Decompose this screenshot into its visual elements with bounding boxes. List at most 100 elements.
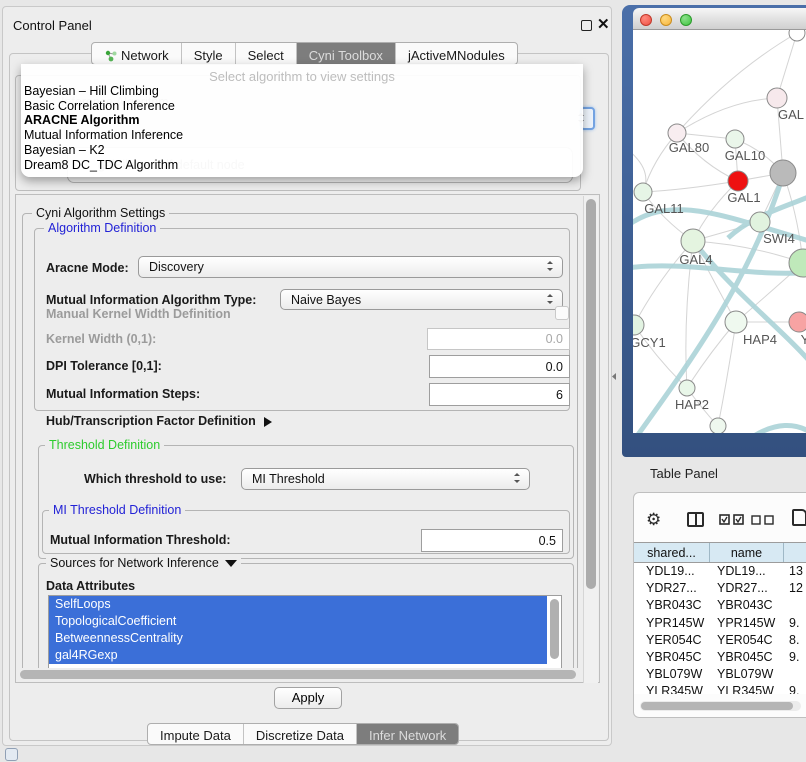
attribute-item[interactable]: gal4RGexp [49, 647, 547, 664]
node-label: Y [801, 332, 806, 347]
network-node-y[interactable] [789, 312, 806, 332]
node-label: SWI4 [763, 231, 795, 246]
mi-steps-field[interactable]: 6 [429, 383, 570, 406]
network-node-gal[interactable] [767, 88, 787, 108]
table-cell: 9. [789, 683, 799, 694]
table-cell: YER054C [717, 632, 773, 649]
splitter-handle-icon[interactable] [612, 373, 616, 380]
aracne-mode-combo[interactable]: Discovery [138, 256, 563, 278]
select-all-checkboxes-icon[interactable] [719, 514, 745, 526]
close-traffic-light[interactable] [640, 14, 652, 26]
table-cell: YLR345W [646, 683, 703, 694]
hub-definition-expander[interactable]: Hub/Transcription Factor Definition [46, 414, 277, 428]
tab-network[interactable]: Network [92, 43, 182, 64]
table-cell: YDR27... [646, 580, 697, 597]
attribute-item[interactable]: SelfLoops [49, 596, 547, 613]
column-header[interactable]: A [784, 543, 806, 562]
settings-vertical-scrollbar[interactable] [583, 196, 598, 683]
table-cell: YLR345W [717, 683, 774, 694]
algorithm-definition-title: Algorithm Definition [44, 221, 160, 235]
network-view-window: GALGAL80GAL10GAL1GAL11SWI4GAL4GCY1HAP4YH… [622, 5, 806, 457]
control-panel-tabbar: NetworkStyleSelectCyni ToolboxjActiveMNo… [91, 42, 518, 65]
table-row[interactable]: YBL079WYBL079W [634, 666, 806, 683]
list-scrollbar[interactable] [550, 599, 559, 659]
table-cell: 8. [789, 632, 799, 649]
table-row[interactable]: YDR27...YDR27...12 [634, 580, 806, 597]
mi-threshold-field[interactable]: 0.5 [421, 529, 563, 552]
network-canvas[interactable]: GALGAL80GAL10GAL1GAL11SWI4GAL4GCY1HAP4YH… [633, 30, 806, 433]
mi-threshold-title: MI Threshold Definition [49, 503, 185, 517]
table-cell: YPR145W [646, 615, 704, 632]
expander-collapsed-icon [264, 417, 277, 427]
network-node[interactable] [789, 30, 805, 41]
settings-scroll-area: Cyni Algorithm Settings Algorithm Defini… [15, 194, 600, 683]
table-row[interactable]: YLR345W YLR345W 9. [634, 683, 806, 694]
network-node-gal11[interactable] [634, 183, 652, 201]
close-icon[interactable]: ✕ [597, 15, 610, 33]
algorithm-option[interactable]: ARACNE Algorithm [21, 113, 583, 128]
sources-title[interactable]: Sources for Network Inference [46, 556, 241, 573]
algorithm-option[interactable]: Mutual Information Inference [21, 128, 583, 143]
which-threshold-label: Which threshold to use: [84, 472, 226, 486]
tab-cyni-toolbox[interactable]: Cyni Toolbox [297, 43, 396, 64]
table-row[interactable]: YDL19...YDL19...13 [634, 563, 806, 580]
table-cell: YBL079W [646, 666, 702, 683]
attribute-item[interactable]: TopologicalCoefficient [49, 613, 547, 630]
tab-impute-data[interactable]: Impute Data [148, 724, 244, 744]
table-cell: 9. [789, 649, 799, 666]
new-table-icon[interactable] [792, 509, 806, 526]
mi-type-value: Naive Bayes [291, 293, 361, 307]
apply-button[interactable]: Apply [274, 687, 342, 709]
algorithm-option[interactable]: Bayesian – Hill Climbing [21, 84, 583, 99]
columns-icon[interactable] [687, 512, 704, 527]
table-row[interactable]: YER054CYER054C8. [634, 632, 806, 649]
table-cell: YBR045C [717, 649, 773, 666]
network-node-gal10[interactable] [726, 130, 744, 148]
tab-select[interactable]: Select [236, 43, 297, 64]
dpi-tolerance-field[interactable]: 0.0 [429, 355, 570, 378]
tab-style[interactable]: Style [182, 43, 236, 64]
kernel-width-field[interactable]: 0.0 [427, 328, 570, 350]
tab-infer-network[interactable]: Infer Network [357, 724, 458, 744]
network-node-gal1[interactable] [728, 171, 748, 191]
dpi-tolerance-label: DPI Tolerance [0,1]: [46, 359, 162, 373]
minimize-traffic-light[interactable] [660, 14, 672, 26]
network-node-hap2[interactable] [679, 380, 695, 396]
tab-jactivemnodules[interactable]: jActiveMNodules [396, 43, 517, 64]
table-horizontal-scrollbar[interactable] [640, 701, 801, 711]
column-header[interactable]: name [710, 543, 784, 562]
gear-icon[interactable]: ⚙ [646, 510, 661, 530]
kernel-width-label: Kernel Width (0,1): [46, 332, 156, 346]
network-graph: GALGAL80GAL10GAL1GAL11SWI4GAL4GCY1HAP4YH… [633, 30, 806, 433]
zoom-traffic-light[interactable] [680, 14, 692, 26]
table-row[interactable]: YBR043CYBR043C [634, 597, 806, 614]
threshold-definition-title: Threshold Definition [45, 438, 164, 452]
column-header[interactable]: shared... [634, 543, 710, 562]
node-label: HAP4 [743, 332, 777, 347]
tab-discretize-data[interactable]: Discretize Data [244, 724, 357, 744]
aracne-mode-value: Discovery [149, 260, 204, 274]
network-node-swi4[interactable] [750, 212, 770, 232]
algorithm-option[interactable]: Dream8 DC_TDC Algorithm [21, 158, 583, 173]
network-node-hap4[interactable] [725, 311, 747, 333]
algorithm-option[interactable]: Basic Correlation Inference [21, 99, 583, 114]
panel-title: Control Panel [13, 18, 92, 33]
network-window-titlebar[interactable] [633, 8, 806, 30]
mi-algorithm-type-combo[interactable]: Naive Bayes [280, 289, 563, 310]
node-label: GCY1 [633, 335, 666, 350]
network-node-gcy1[interactable] [633, 315, 644, 335]
data-attributes-list[interactable]: SelfLoopsTopologicalCoefficientBetweenne… [48, 595, 562, 668]
network-node-gal4[interactable] [681, 229, 705, 253]
settings-horizontal-scrollbar[interactable] [17, 668, 583, 681]
table-row[interactable]: YBR045CYBR045C9. [634, 649, 806, 666]
deselect-all-checkboxes-icon[interactable] [751, 515, 775, 525]
minimized-panel-icon[interactable] [5, 748, 18, 761]
network-node[interactable] [770, 160, 796, 186]
attribute-item[interactable]: BetweennessCentrality [49, 630, 547, 647]
table-row[interactable]: YPR145WYPR145W9. [634, 615, 806, 632]
float-window-icon[interactable] [581, 20, 592, 31]
manual-kernel-checkbox[interactable] [555, 306, 569, 320]
which-threshold-combo[interactable]: MI Threshold [241, 468, 530, 490]
algorithm-option[interactable]: Bayesian – K2 [21, 143, 583, 158]
network-node[interactable] [710, 418, 726, 433]
